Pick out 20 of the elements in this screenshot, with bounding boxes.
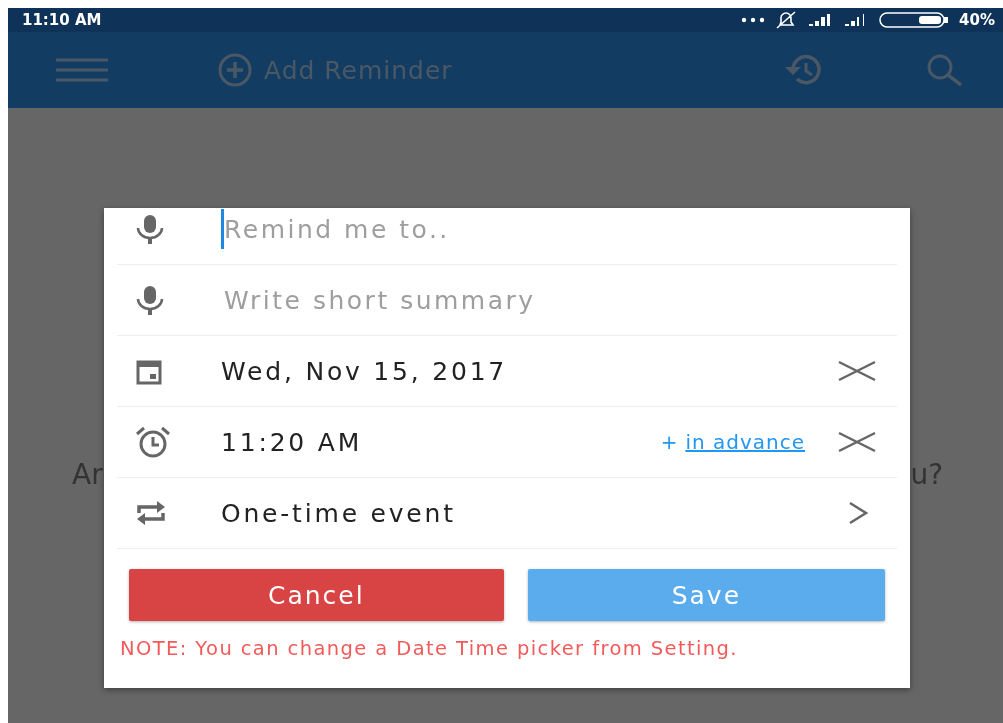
bell-off-icon (775, 10, 798, 30)
text-field[interactable]: Remind me to.. (221, 209, 877, 249)
more-dots-icon (741, 17, 766, 23)
date-value[interactable]: Wed, Nov 15, 2017 (221, 356, 837, 386)
microphone-icon[interactable] (135, 213, 165, 245)
note-text: NOTE: You can change a Date Time picker from Setting. (120, 639, 739, 658)
status-time: 11:10 AM (22, 11, 102, 29)
repeat-value[interactable]: One-time event (221, 498, 847, 528)
chevron-right-icon[interactable] (847, 501, 869, 525)
alarm-clock-icon (135, 426, 171, 458)
microphone-icon[interactable] (135, 284, 165, 316)
battery-icon (879, 12, 950, 28)
plus-sign: + (660, 430, 678, 454)
time-value[interactable]: 11:20 AM (221, 427, 661, 457)
close-icon[interactable] (837, 431, 877, 453)
battery-level: 40% (959, 11, 995, 29)
repeat-icon (135, 499, 167, 527)
close-icon[interactable] (837, 360, 877, 382)
cancel-button[interactable]: Cancel (129, 569, 504, 621)
text-field[interactable]: Write short summary (221, 280, 877, 320)
